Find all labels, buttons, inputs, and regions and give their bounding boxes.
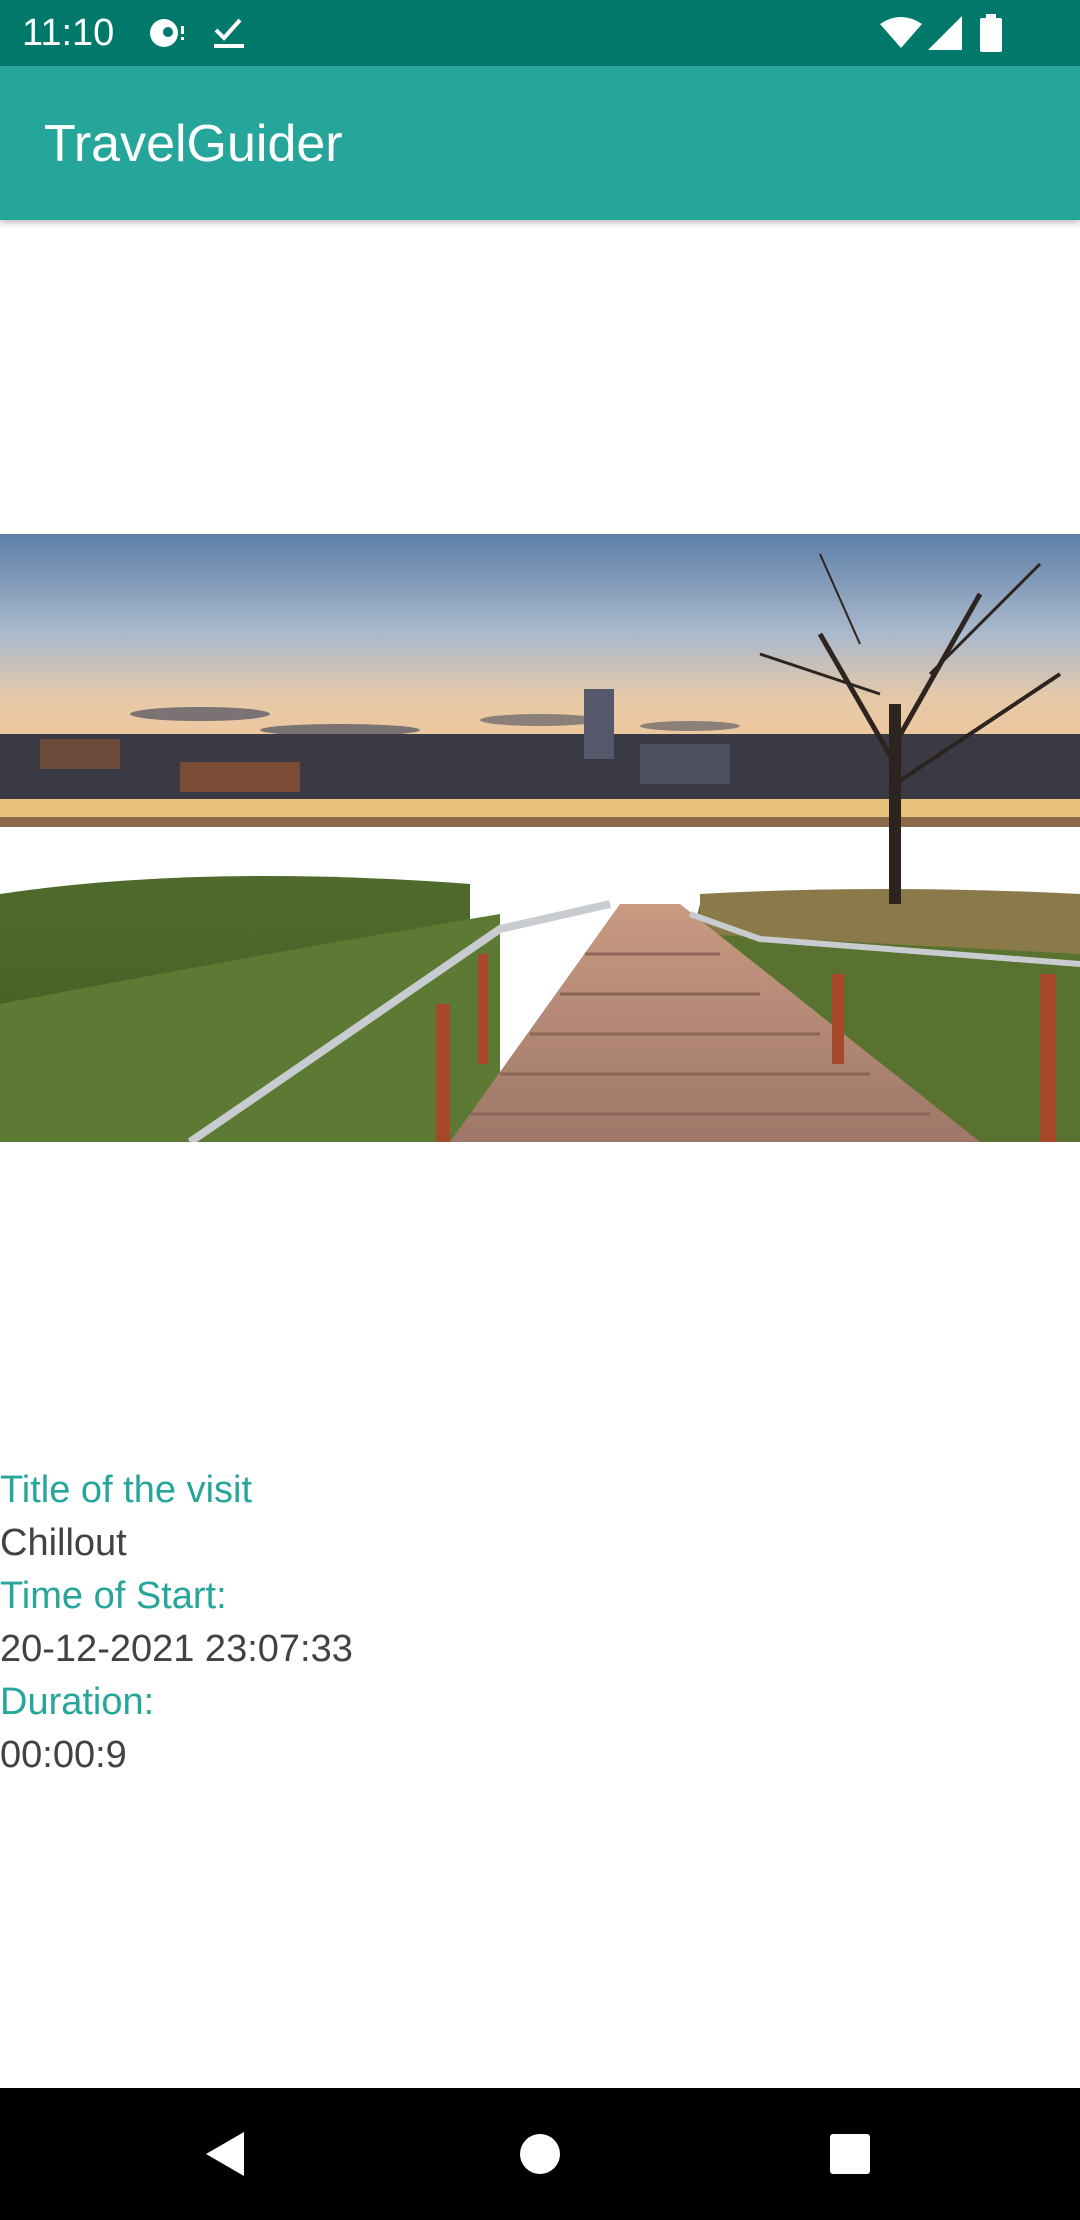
signal-icon [928,16,962,50]
start-time-value: 20-12-2021 23:07:33 [0,1628,353,1670]
battery-icon [980,14,1002,52]
back-icon[interactable] [204,2130,248,2178]
visit-detail-content: Title of the visit Chillout Time of Star… [0,220,1080,2088]
visit-title-value: Chillout [0,1522,127,1564]
check-icon [214,18,244,48]
home-icon[interactable] [518,2132,562,2176]
recents-icon[interactable] [830,2134,870,2174]
visit-title-label: Title of the visit [0,1469,253,1511]
wifi-icon [880,17,922,48]
visit-photo [0,534,1080,1142]
app-title: TravelGuider [44,115,343,173]
app-bar: TravelGuider [0,66,1080,220]
status-time: 11:10 [22,12,115,54]
system-nav-bar [0,2088,1080,2220]
duration-value: 00:00:9 [0,1734,127,1776]
notification-icon [150,19,184,47]
status-bar: 11:10 [0,0,1080,66]
cityscape-photo-illustration [0,534,1080,1142]
visit-info: Title of the visit Chillout Time of Star… [0,1464,1080,1782]
start-time-label: Time of Start: [0,1575,227,1617]
duration-label: Duration: [0,1681,155,1723]
